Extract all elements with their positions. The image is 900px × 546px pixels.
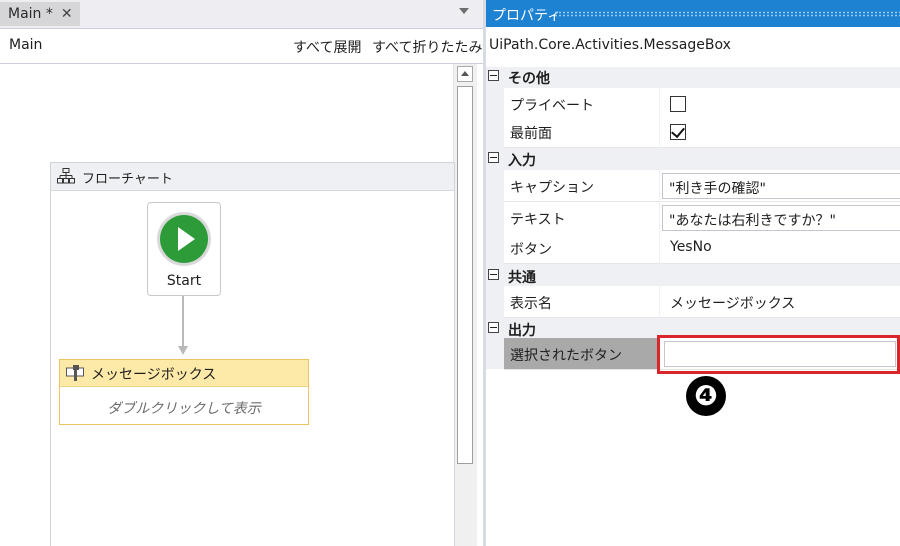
category-label: 出力 bbox=[508, 323, 536, 339]
property-name: テキスト bbox=[504, 202, 659, 234]
flowchart-icon bbox=[57, 168, 75, 184]
flowchart-title: フローチャート bbox=[82, 172, 173, 187]
category-label: 共通 bbox=[508, 270, 536, 286]
tab-main[interactable]: Main * ✕ bbox=[0, 2, 80, 26]
start-node[interactable]: Start bbox=[147, 202, 221, 296]
play-icon bbox=[160, 215, 208, 263]
activity-type-label: UiPath.Core.Activities.MessageBox bbox=[489, 37, 731, 53]
highlight-rectangle bbox=[657, 335, 900, 374]
flowchart-container[interactable]: フローチャート bbox=[50, 162, 455, 546]
connector-arrow-icon bbox=[178, 346, 188, 355]
close-icon[interactable]: ✕ bbox=[61, 6, 73, 22]
properties-title: プロパティ bbox=[492, 8, 562, 24]
designer-header: Main すべて展開 すべて折りたたみ bbox=[0, 29, 483, 64]
property-row-buttons[interactable]: ボタン YesNo bbox=[504, 232, 900, 264]
properties-titlebar: プロパティ bbox=[486, 0, 900, 27]
message-box-activity[interactable]: メッセージボックス ダブルクリックして表示 bbox=[59, 359, 309, 425]
property-value: "あなたは右利きですか？" bbox=[660, 202, 900, 234]
message-box-icon bbox=[66, 365, 84, 381]
property-row-display-name[interactable]: 表示名 メッセージボックス bbox=[504, 286, 900, 318]
category-label: その他 bbox=[508, 71, 550, 87]
property-name: 最前面 bbox=[504, 116, 659, 148]
property-value bbox=[660, 116, 900, 148]
property-name-text: テキスト bbox=[510, 212, 566, 228]
workflow-designer-pane: Main * ✕ Main すべて展開 すべて折りたたみ フローチャート Sta… bbox=[0, 0, 483, 546]
properties-pane: プロパティ UiPath.Core.Activities.MessageBox … bbox=[486, 0, 900, 546]
titlebar-grip[interactable] bbox=[554, 11, 900, 17]
property-row-caption[interactable]: キャプション "利き手の確認" bbox=[504, 170, 900, 202]
property-row-topmost[interactable]: 最前面 bbox=[504, 116, 900, 148]
topmost-checkbox[interactable] bbox=[670, 123, 686, 140]
display-name-value: メッセージボックス bbox=[670, 296, 796, 312]
caption-input[interactable]: "利き手の確認" bbox=[662, 173, 900, 199]
property-row-text[interactable]: テキスト "あなたは右利きですか？" bbox=[504, 202, 900, 234]
buttons-value: YesNo bbox=[670, 239, 712, 255]
text-input[interactable]: "あなたは右利きですか？" bbox=[662, 205, 900, 231]
activity-header[interactable]: メッセージボックス bbox=[60, 360, 308, 387]
flowchart-header[interactable]: フローチャート bbox=[51, 163, 454, 191]
property-name-text: ボタン bbox=[510, 242, 552, 258]
text-value: "あなたは右利きですか？" bbox=[669, 213, 836, 229]
property-value[interactable]: YesNo bbox=[660, 232, 900, 264]
caption-value: "利き手の確認" bbox=[669, 181, 766, 197]
check-icon bbox=[671, 123, 685, 139]
collapse-icon[interactable] bbox=[488, 269, 499, 280]
breadcrumb[interactable]: Main bbox=[9, 37, 42, 53]
property-name-text: 表示名 bbox=[510, 296, 552, 312]
document-tab-bar: Main * ✕ bbox=[0, 0, 483, 29]
chevron-down-icon[interactable] bbox=[459, 8, 469, 14]
private-checkbox[interactable] bbox=[670, 96, 686, 112]
property-name-text: プライベート bbox=[510, 98, 594, 114]
property-name-text: 選択されたボタン bbox=[510, 348, 622, 364]
collapse-all-link[interactable]: すべて折りたたみ bbox=[372, 37, 482, 57]
vertical-scrollbar[interactable] bbox=[453, 64, 477, 546]
property-value[interactable]: メッセージボックス bbox=[660, 286, 900, 318]
start-label: Start bbox=[166, 273, 202, 289]
property-name: 表示名 bbox=[504, 286, 659, 318]
tab-label: Main * bbox=[8, 6, 53, 22]
expand-all-link[interactable]: すべて展開 bbox=[293, 37, 361, 57]
scroll-up-icon[interactable] bbox=[457, 66, 473, 82]
category-input[interactable]: 入力 bbox=[486, 149, 900, 169]
property-grid: その他 プライベート 最前面 入力 キャプション "利き手の確認" テキスト "… bbox=[486, 67, 900, 370]
property-value: "利き手の確認" bbox=[660, 170, 900, 202]
collapse-icon[interactable] bbox=[488, 70, 499, 81]
scroll-thumb[interactable] bbox=[457, 86, 473, 464]
collapse-icon[interactable] bbox=[488, 152, 499, 163]
activity-title: メッセージボックス bbox=[91, 367, 217, 383]
category-misc[interactable]: その他 bbox=[486, 67, 900, 87]
property-name-text: キャプション bbox=[510, 180, 594, 196]
property-name-text: 最前面 bbox=[510, 126, 552, 142]
property-name: 選択されたボタン bbox=[504, 338, 659, 370]
connector-line[interactable] bbox=[182, 296, 184, 348]
property-name: キャプション bbox=[504, 170, 659, 202]
step-number-badge: ❹ bbox=[686, 376, 726, 416]
category-label: 入力 bbox=[508, 153, 536, 169]
collapse-icon[interactable] bbox=[488, 322, 499, 333]
property-name: ボタン bbox=[504, 232, 659, 264]
category-common[interactable]: 共通 bbox=[486, 266, 900, 286]
activity-expand-hint: ダブルクリックして表示 bbox=[107, 401, 261, 417]
